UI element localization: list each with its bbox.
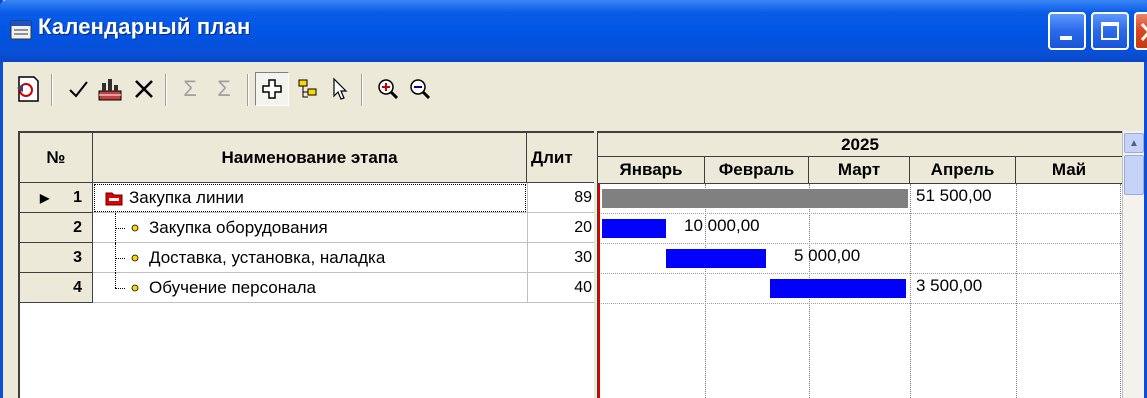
grid-line xyxy=(1120,184,1121,398)
table-row-duration[interactable]: 40 xyxy=(527,273,596,303)
table-row-duration[interactable]: 30 xyxy=(527,243,596,273)
zoom-in-button[interactable] xyxy=(371,72,405,106)
task-bar[interactable] xyxy=(770,279,906,298)
row-number[interactable]: 2 xyxy=(20,213,93,243)
current-row-arrow-icon: ▶ xyxy=(40,190,50,205)
sum-right-icon: Σ xyxy=(217,76,231,101)
toolbar-separator xyxy=(51,74,53,106)
pointer-button[interactable] xyxy=(323,72,357,106)
vertical-scrollbar[interactable]: ▲ xyxy=(1122,131,1144,398)
stage-name: Доставка, установка, наладка xyxy=(149,247,386,267)
tree-button[interactable] xyxy=(291,72,325,106)
app-icon xyxy=(10,20,32,40)
table-row-name[interactable]: Доставка, установка, наладка xyxy=(93,243,527,273)
pointer-icon xyxy=(333,77,348,100)
row-number[interactable]: ▶ 1 xyxy=(20,183,93,213)
delete-icon xyxy=(135,80,153,98)
summary-bar[interactable] xyxy=(602,189,908,208)
stage-name: Закупка оборудования xyxy=(149,217,328,237)
chevron-up-icon: ▲ xyxy=(1129,137,1139,149)
zoom-out-button[interactable] xyxy=(403,72,437,106)
table-row-duration[interactable]: 89 xyxy=(527,183,596,213)
toolbar-separator xyxy=(247,74,249,106)
maximize-icon xyxy=(1101,22,1119,40)
scroll-up-button[interactable]: ▲ xyxy=(1124,133,1144,153)
bar-cost-label: 10 000,00 xyxy=(684,216,760,235)
stage-name: Закупка линии xyxy=(129,187,244,207)
task-bar[interactable] xyxy=(602,219,666,238)
tree-connector xyxy=(115,258,125,259)
title-bar[interactable]: Календарный план xyxy=(0,0,1147,62)
zoom-in-icon xyxy=(378,79,399,100)
check-button[interactable] xyxy=(61,72,95,106)
month-header-feb: Февраль xyxy=(705,157,809,184)
toolbar-separator xyxy=(361,74,363,106)
table-row-name[interactable]: Закупка оборудования xyxy=(93,213,527,243)
minimize-icon xyxy=(1060,36,1072,40)
row-number[interactable]: 3 xyxy=(20,243,93,273)
scroll-thumb[interactable] xyxy=(1124,155,1144,195)
month-header-mar: Март xyxy=(809,157,910,184)
table-row-name[interactable]: Обучение персонала xyxy=(93,273,527,303)
today-line xyxy=(598,184,600,398)
sum-right-button[interactable]: Σ xyxy=(207,72,241,106)
add-node-icon xyxy=(262,79,282,99)
month-header-may: Май xyxy=(1016,157,1122,184)
bar-cost-label: 51 500,00 xyxy=(916,186,992,205)
sum-left-button[interactable]: Σ xyxy=(173,72,207,106)
month-header-apr: Апрель xyxy=(910,157,1016,184)
bar-cost-label: 5 000,00 xyxy=(794,246,861,265)
task-bullet-icon xyxy=(131,224,139,231)
stages-grid: № Наименование этапа Длит ▶ 1 Закупка ли… xyxy=(18,131,596,398)
minimize-button[interactable] xyxy=(1048,12,1086,50)
grid-line xyxy=(598,273,1122,274)
column-header-name[interactable]: Наименование этапа xyxy=(93,133,527,183)
chart-icon xyxy=(98,79,122,101)
tree-connector xyxy=(115,228,125,229)
tree-connector xyxy=(115,273,116,288)
task-bullet-icon xyxy=(131,254,139,261)
close-button[interactable] xyxy=(1134,12,1147,50)
table-row-name[interactable]: Закупка линии xyxy=(93,183,527,213)
delete-button[interactable] xyxy=(127,72,161,106)
month-header-jan: Январь xyxy=(598,157,705,184)
chart-button[interactable] xyxy=(93,72,127,106)
task-bullet-icon xyxy=(131,284,139,291)
toolbar-separator xyxy=(165,74,167,106)
grid-line xyxy=(910,184,911,398)
sum-left-icon: Σ xyxy=(183,76,197,101)
add-node-button[interactable] xyxy=(255,72,289,106)
calendar-plan-window: Календарный план Σ Σ № Наименование этап… xyxy=(0,0,1147,398)
zoom-out-icon xyxy=(410,79,431,100)
close-icon xyxy=(1140,23,1147,41)
row-number[interactable]: 4 xyxy=(20,273,93,303)
tree-connector xyxy=(115,288,125,289)
window-title: Календарный план xyxy=(38,14,251,39)
grid-line xyxy=(598,303,1122,304)
gantt-chart: 2025 Январь Февраль Март Апрель Май 51 5… xyxy=(598,131,1122,398)
exit-doc-button[interactable] xyxy=(11,72,45,106)
year-header: 2025 xyxy=(598,133,1122,157)
grid-line xyxy=(598,243,1122,244)
check-icon xyxy=(69,81,88,98)
table-row-duration[interactable]: 20 xyxy=(527,213,596,243)
grid-line xyxy=(1016,184,1017,398)
column-header-duration[interactable]: Длит xyxy=(527,133,596,183)
column-header-num[interactable]: № xyxy=(20,133,93,183)
folder-icon xyxy=(105,192,123,205)
task-bar[interactable] xyxy=(666,249,766,268)
toolbar: Σ Σ xyxy=(3,62,1144,130)
grid-line xyxy=(598,213,1122,214)
stage-name: Обучение персонала xyxy=(149,277,316,297)
bar-cost-label: 3 500,00 xyxy=(916,276,983,295)
row-number-text: 1 xyxy=(73,188,82,206)
tree-icon xyxy=(298,79,317,98)
exit-doc-icon xyxy=(17,76,39,102)
maximize-button[interactable] xyxy=(1091,12,1129,50)
